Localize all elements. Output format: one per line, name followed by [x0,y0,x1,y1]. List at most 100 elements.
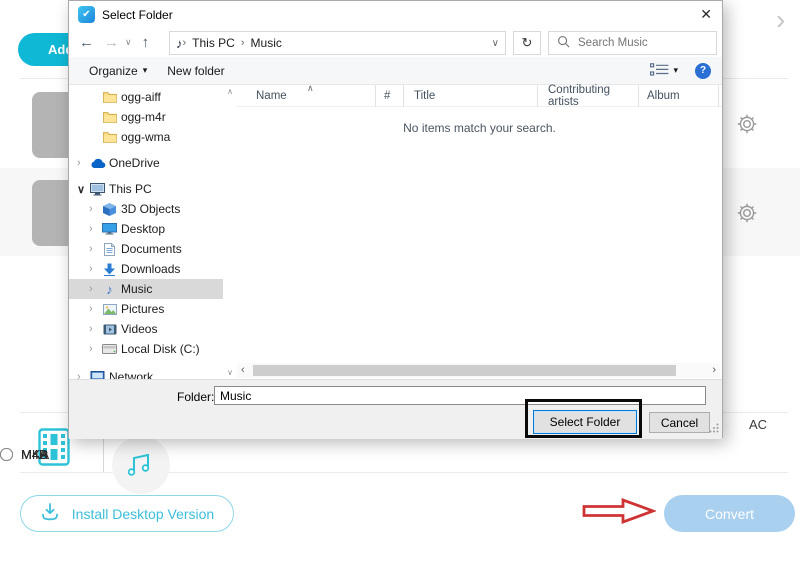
view-options-button[interactable]: ▾ [650,63,678,79]
audio-format-icon [112,436,170,494]
tree-item-downloads[interactable]: › Downloads [69,259,223,279]
chevron-down-icon[interactable]: ∨ [77,183,89,196]
empty-message: No items match your search. [237,121,722,135]
local-disk-icon [101,341,118,357]
folder-icon [101,109,118,125]
back-icon[interactable]: ← [79,34,94,51]
caret-down-icon: ▾ [143,65,148,76]
help-button[interactable]: ? [695,63,711,79]
scroll-up-icon[interactable]: ∧ [223,87,237,96]
chevron-right-icon[interactable]: › [89,203,101,215]
download-icon [40,503,60,524]
new-folder-button[interactable]: New folder [167,64,224,78]
address-bar[interactable]: ♪ › This PC › Music ∨ [169,31,506,55]
radio-unselected-icon[interactable] [0,448,13,461]
dialog-main: ogg-aiff ogg-m4r ogg-wma › OneDrive ∨ Th… [69,85,722,379]
scroll-right-icon[interactable]: › [712,364,716,376]
folder-name-input[interactable] [214,386,706,405]
cancel-button[interactable]: Cancel [649,412,710,433]
carousel-next-icon[interactable]: › [776,6,785,34]
chevron-right-icon[interactable]: › [77,371,89,379]
format-option-m4r[interactable]: M4R [0,446,48,462]
chevron-right-icon[interactable]: › [89,223,101,235]
convert-button[interactable]: Convert [664,495,795,532]
navigation-bar: ← → ∨ ↑ ♪ › This PC › Music ∨ ↻ [69,28,722,57]
horizontal-scrollbar[interactable]: ‹ › [237,363,720,378]
column-contributing-artists[interactable]: Contributing artists [538,85,639,107]
tree-item-ogg-wma[interactable]: ogg-wma [69,127,223,147]
forward-icon[interactable]: → [104,34,119,51]
up-icon[interactable]: ↑ [142,34,150,51]
chevron-right-icon[interactable]: › [77,157,89,169]
search-box[interactable] [548,31,717,55]
music-icon: ♪ [101,281,118,297]
close-icon[interactable]: ✕ [700,6,712,23]
red-arrow-annotation [582,497,656,530]
select-folder-dialog: ✔ Select Folder ✕ ← → ∨ ↑ ♪ › This PC › … [68,0,723,438]
partial-format-label: AC [749,417,767,432]
column-name[interactable]: Name ∧ [237,85,376,107]
documents-icon [101,241,118,257]
chevron-right-icon[interactable]: › [89,343,101,355]
column-number[interactable]: # [376,85,404,107]
column-title[interactable]: Title [404,85,538,107]
network-icon [89,369,106,379]
folder-icon [101,89,118,105]
tree-item-this-pc[interactable]: ∨ This PC [69,179,223,199]
column-album[interactable]: Album [639,85,719,107]
command-toolbar: Organize ▾ New folder ▾ ? [69,57,722,85]
onedrive-icon [89,155,106,171]
chevron-right-icon[interactable]: › [89,263,101,275]
caret-down-icon: ▾ [673,65,678,76]
desktop-icon [101,221,118,237]
folder-tree: ogg-aiff ogg-m4r ogg-wma › OneDrive ∨ Th… [69,85,223,379]
select-folder-button[interactable]: Select Folder [533,410,637,434]
scrollbar-thumb[interactable] [253,365,676,376]
refresh-button[interactable]: ↻ [513,31,541,55]
tree-item-onedrive[interactable]: › OneDrive [69,153,223,173]
chevron-right-icon[interactable]: › [89,323,101,335]
search-input[interactable] [578,37,688,49]
videos-icon [101,321,118,337]
install-desktop-version-button[interactable]: Install Desktop Version [20,495,234,532]
chevron-right-icon[interactable]: › [89,283,101,295]
tree-item-music[interactable]: › ♪ Music [69,279,223,299]
breadcrumb-separator[interactable]: › [241,37,245,49]
address-dropdown-icon[interactable]: ∨ [492,38,499,49]
details-view-icon [650,63,669,79]
breadcrumb-music[interactable]: Music [251,36,282,50]
dialog-title: Select Folder [102,8,173,22]
tree-item-videos[interactable]: › Videos [69,319,223,339]
tree-item-ogg-m4r[interactable]: ogg-m4r [69,107,223,127]
tree-item-network[interactable]: › Network [69,367,223,379]
chevron-right-icon[interactable]: › [89,243,101,255]
tree-item-desktop[interactable]: › Desktop [69,219,223,239]
dialog-titlebar[interactable]: ✔ Select Folder ✕ [69,1,722,28]
scroll-down-icon[interactable]: ∨ [223,368,237,377]
sort-ascending-icon: ∧ [307,83,314,94]
tree-scrollbar[interactable]: ∧ ∨ [223,85,237,379]
chevron-right-icon[interactable]: › [89,303,101,315]
column-headers: Name ∧ # Title Contributing artists Albu… [237,85,722,107]
tree-item-ogg-aiff[interactable]: ogg-aiff [69,87,223,107]
app-logo-icon: ✔ [78,6,95,23]
folder-label: Folder: [177,390,214,404]
breadcrumb-this-pc[interactable]: This PC [192,36,235,50]
3d-objects-icon [101,201,118,217]
tree-item-documents[interactable]: › Documents [69,239,223,259]
scroll-left-icon[interactable]: ‹ [241,364,245,376]
dialog-footer: Folder: Select Folder Cancel [69,379,722,439]
this-pc-icon [89,181,106,197]
recent-locations-icon[interactable]: ∨ [125,37,132,48]
file-list: Name ∧ # Title Contributing artists Albu… [237,85,722,379]
tree-item-3d-objects[interactable]: › 3D Objects [69,199,223,219]
settings-gear-icon[interactable] [736,202,758,224]
settings-gear-icon[interactable] [736,113,758,135]
pictures-icon [101,301,118,317]
breadcrumb-separator[interactable]: › [183,37,187,49]
tree-item-pictures[interactable]: › Pictures [69,299,223,319]
tree-item-local-disk[interactable]: › Local Disk (C:) [69,339,223,359]
organize-menu[interactable]: Organize ▾ [89,64,147,78]
resize-grip[interactable] [709,422,719,436]
refresh-icon: ↻ [522,35,533,51]
